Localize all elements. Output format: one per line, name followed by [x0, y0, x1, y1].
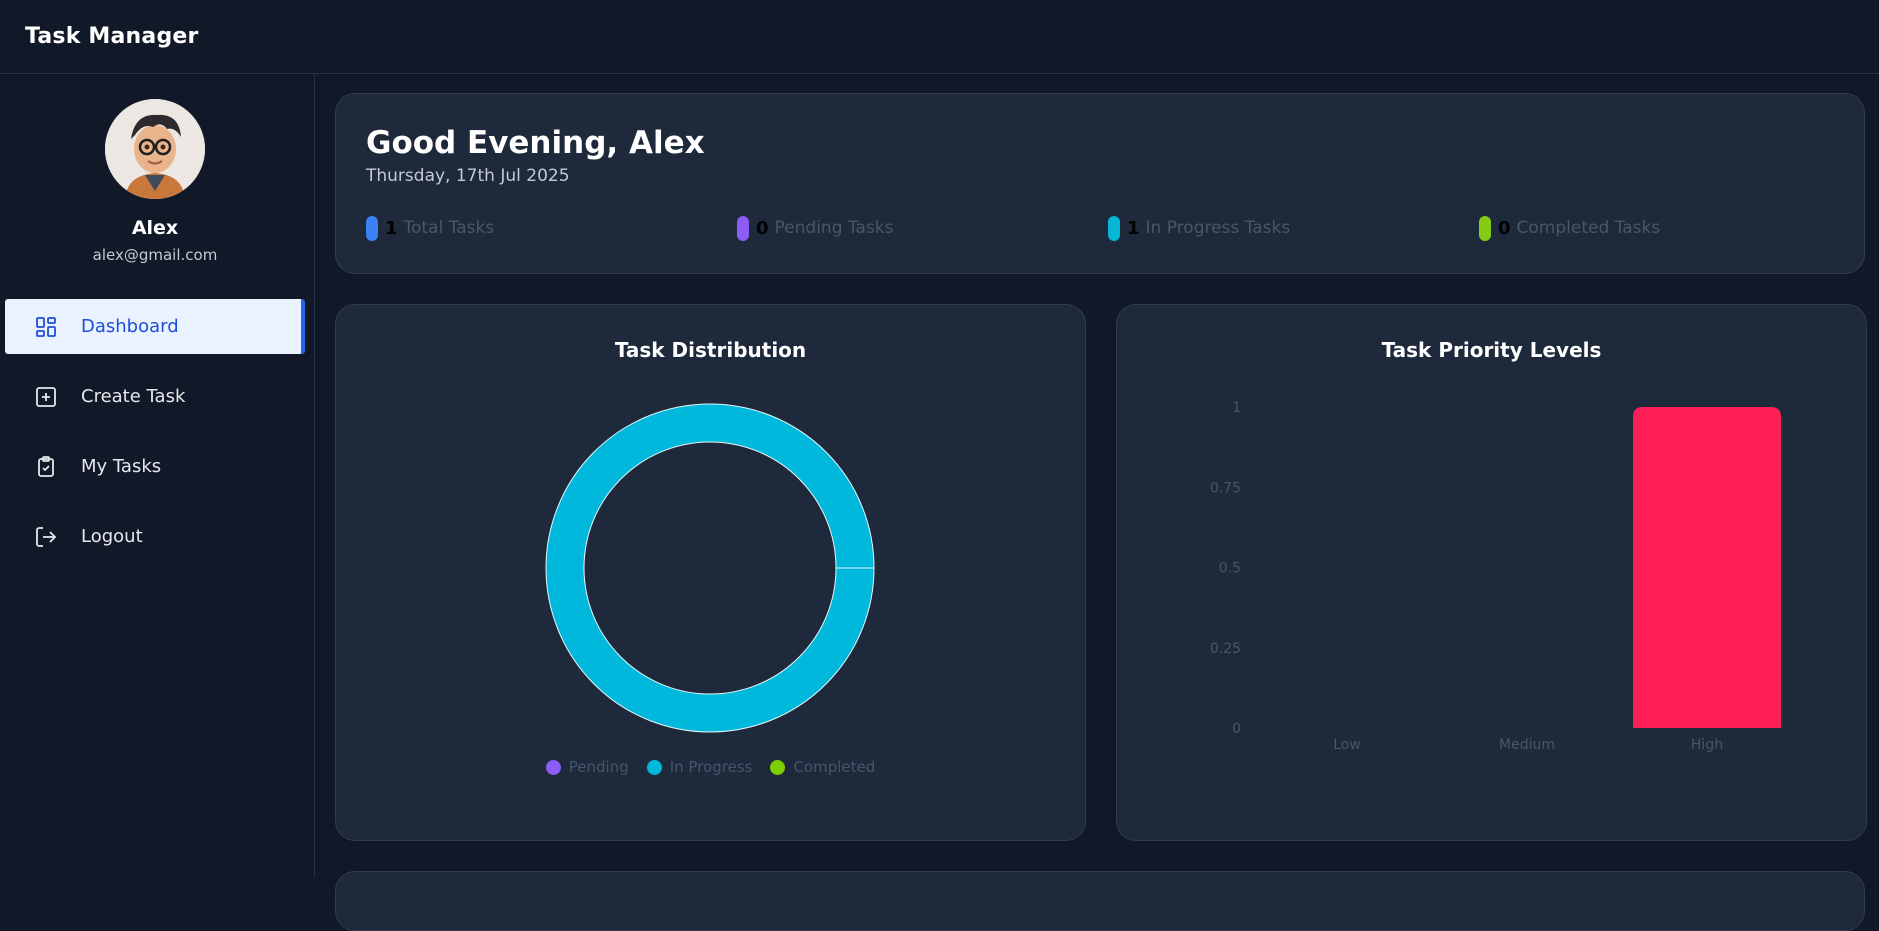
- dashboard-icon: [34, 315, 58, 339]
- user-name: Alex: [131, 217, 179, 239]
- stat-count: 1: [385, 217, 398, 239]
- y-tick-label: 0.5: [1219, 561, 1241, 577]
- stat-count: 0: [1498, 217, 1511, 239]
- card-title: Task Distribution: [614, 338, 807, 362]
- stat-label: Pending Tasks: [774, 218, 894, 238]
- x-tick-label: Medium: [1499, 737, 1555, 753]
- stat-pending: 0 Pending Tasks: [737, 215, 893, 241]
- greeting-card: Good Evening, Alex Thursday, 17th Jul 20…: [335, 93, 1865, 274]
- legend-item-pending[interactable]: Pending: [545, 758, 629, 776]
- stat-label: Completed Tasks: [1516, 218, 1661, 238]
- donut-chart: [545, 403, 875, 733]
- sidebar-item-create-task[interactable]: Create Task: [5, 369, 305, 424]
- stat-label: In Progress Tasks: [1145, 218, 1291, 238]
- stat-count: 0: [756, 217, 769, 239]
- legend-dot: [646, 759, 662, 775]
- stat-completed: 0 Completed Tasks: [1479, 215, 1660, 241]
- stat-count: 1: [1127, 217, 1140, 239]
- task-distribution-card: Task Distribution Pending In Progress Comp…: [335, 304, 1086, 841]
- stat-total: 1 Total Tasks: [366, 215, 494, 241]
- recent-tasks-card: [335, 871, 1865, 931]
- sidebar-item-dashboard[interactable]: Dashboard: [5, 299, 305, 354]
- bar-chart: 0 0.25 0.5 0.75 1 Low Medium High: [1210, 400, 1781, 753]
- user-email: alex@gmail.com: [92, 246, 218, 264]
- main-content: Good Evening, Alex Thursday, 17th Jul 20…: [315, 74, 1879, 931]
- sidebar-item-logout[interactable]: Logout: [5, 509, 305, 564]
- top-bar: Task Manager: [0, 0, 1879, 74]
- sidebar-item-label: My Tasks: [81, 456, 162, 477]
- greeting-title: Good Evening, Alex: [366, 125, 705, 161]
- legend-label: Completed: [793, 758, 876, 776]
- plus-square-icon: [34, 385, 58, 409]
- legend-label: In Progress: [669, 758, 753, 776]
- stat-in-progress: 1 In Progress Tasks: [1108, 215, 1290, 241]
- sidebar: Alex alex@gmail.com Dashboard Create Tas…: [0, 74, 315, 878]
- legend-dot: [545, 759, 561, 775]
- avatar: [105, 99, 205, 199]
- donut-slice-in-progress[interactable]: [545, 403, 875, 733]
- sidebar-nav: Dashboard Create Task My Tasks Logout: [5, 299, 305, 579]
- y-tick-label: 0.75: [1210, 480, 1241, 496]
- legend-dot: [770, 759, 786, 775]
- x-tick-label: Low: [1333, 737, 1361, 753]
- stat-color-pill: [737, 215, 749, 241]
- chart-legend: Pending In Progress Completed: [336, 758, 1085, 776]
- greeting-date: Thursday, 17th Jul 2025: [366, 166, 570, 186]
- legend-label: Pending: [568, 758, 629, 776]
- app-title: Task Manager: [25, 24, 199, 49]
- y-tick-label: 1: [1232, 400, 1241, 416]
- clipboard-check-icon: [34, 455, 58, 479]
- y-tick-label: 0.25: [1210, 641, 1241, 657]
- legend-item-completed[interactable]: Completed: [770, 758, 875, 776]
- legend-item-in-progress[interactable]: In Progress: [646, 758, 753, 776]
- task-priority-card: Task Priority Levels 0 0.25 0.5 0.75 1 Low Med…: [1116, 304, 1867, 841]
- sidebar-item-label: Dashboard: [81, 316, 179, 337]
- bar-high[interactable]: [1633, 407, 1781, 728]
- stat-color-pill: [366, 215, 378, 241]
- sidebar-item-my-tasks[interactable]: My Tasks: [5, 439, 305, 494]
- stat-label: Total Tasks: [403, 218, 495, 238]
- x-tick-label: High: [1691, 737, 1723, 753]
- avatar-image: [105, 99, 205, 199]
- y-tick-label: 0: [1232, 721, 1241, 737]
- logout-icon: [34, 525, 58, 549]
- stat-color-pill: [1108, 215, 1120, 241]
- sidebar-item-label: Logout: [81, 526, 143, 547]
- sidebar-item-label: Create Task: [81, 386, 186, 407]
- stat-color-pill: [1479, 215, 1491, 241]
- card-title: Task Priority Levels: [1381, 338, 1602, 362]
